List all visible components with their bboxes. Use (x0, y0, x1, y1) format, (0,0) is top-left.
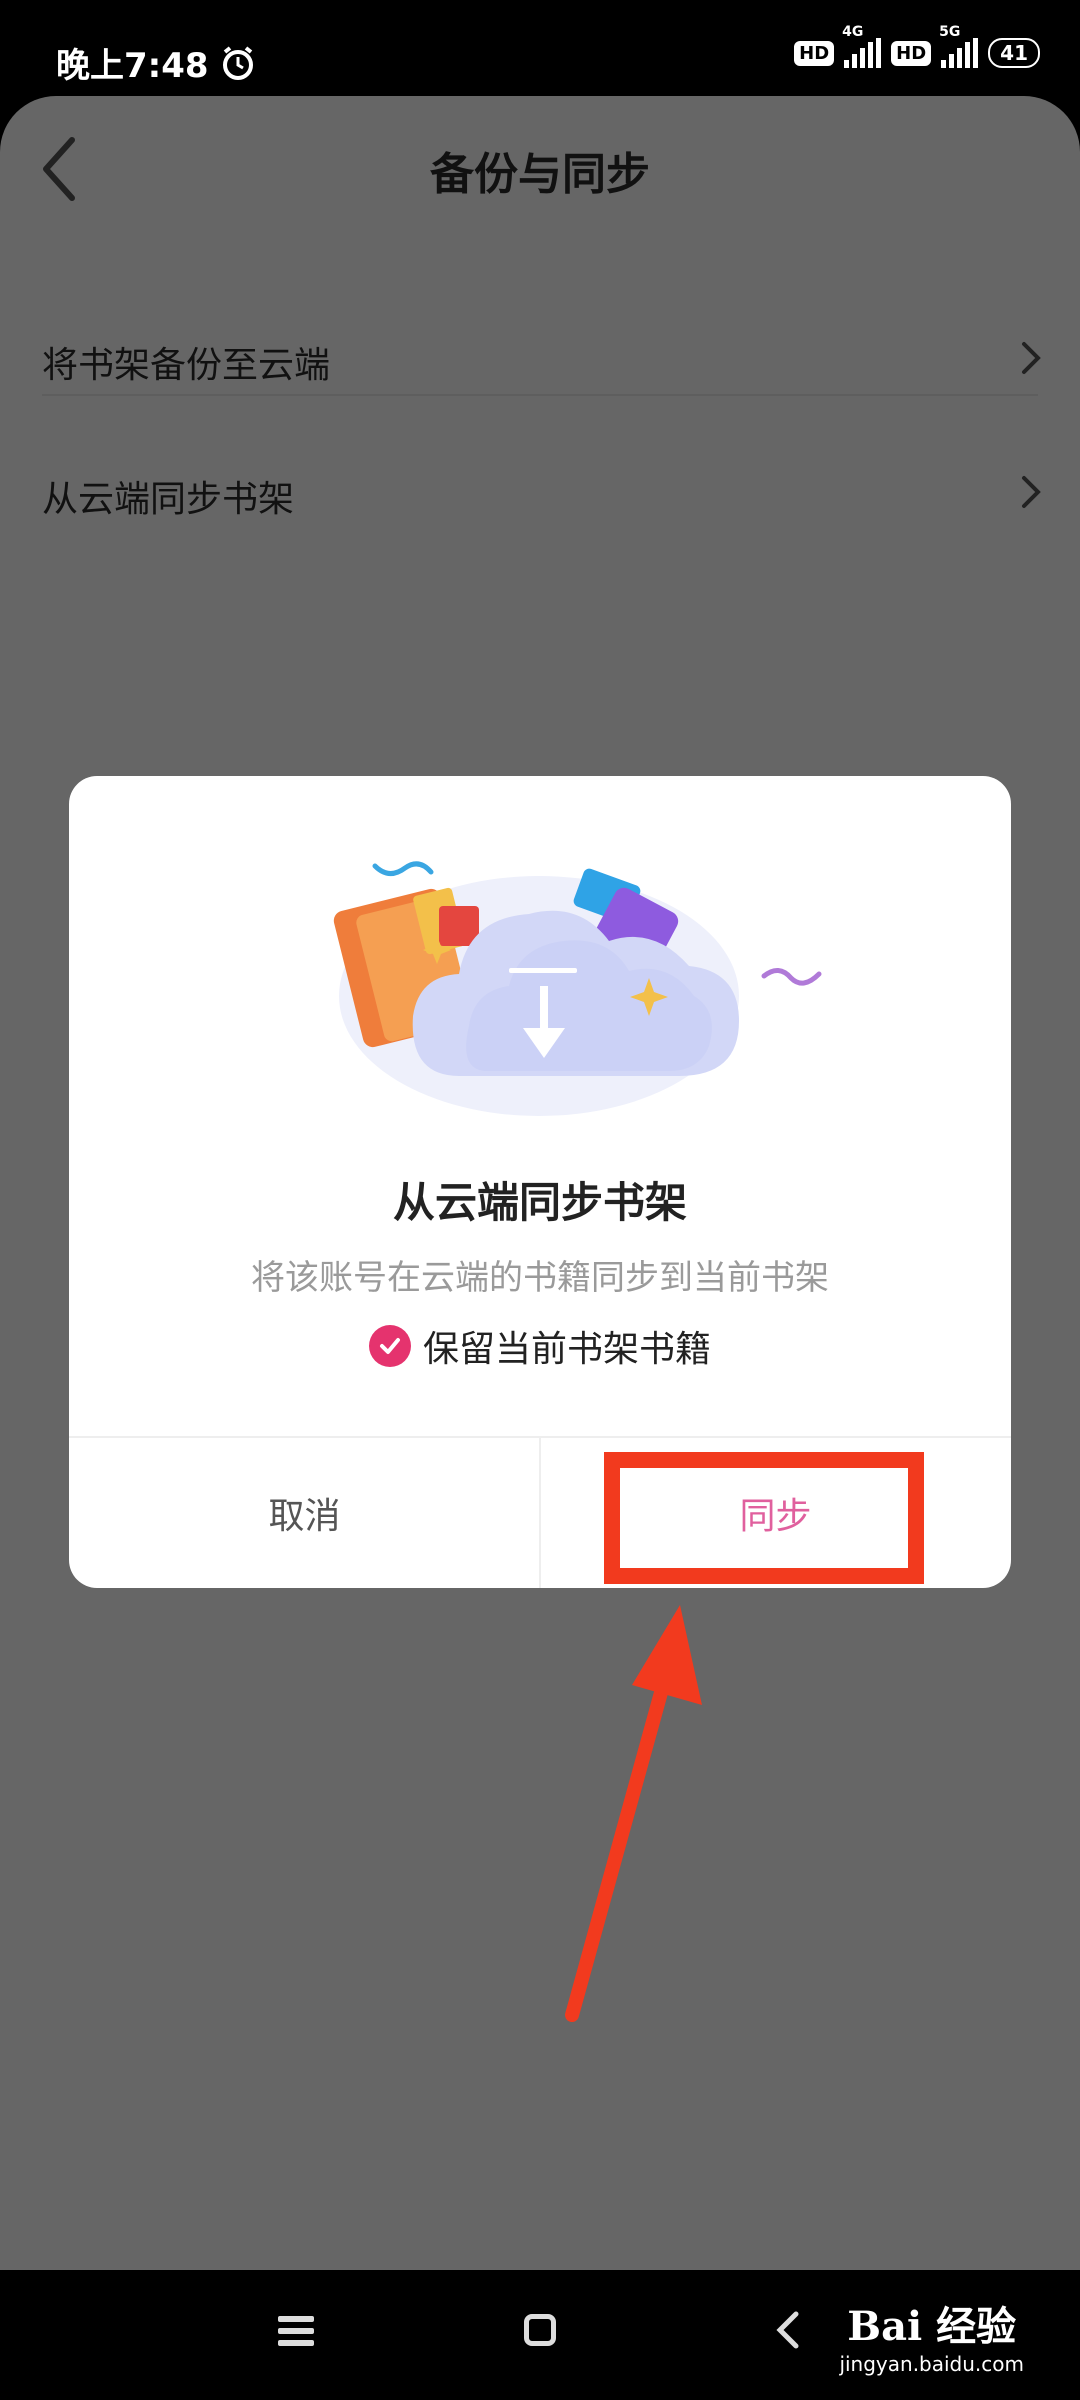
dialog-description: 将该账号在云端的书籍同步到当前书架 (251, 1258, 829, 1298)
signal-4g-icon: 4G (842, 24, 882, 68)
keep-books-label: 保留当前书架书籍 (422, 1329, 711, 1370)
recent-apps-icon[interactable] (278, 2316, 314, 2346)
dialog-title: 从云端同步书架 (392, 1178, 687, 1227)
divider (42, 394, 1038, 396)
menu-item-label: 将书架备份至云端 (42, 345, 331, 386)
home-icon[interactable] (524, 2314, 556, 2346)
menu-item-label: 从云端同步书架 (42, 479, 295, 520)
navigation-bar: Bai 经验 jingyan.baidu.com (0, 2270, 1080, 2400)
nav-back-icon[interactable] (776, 2310, 800, 2350)
watermark-logo: Bai 经验 (847, 2303, 1017, 2350)
alarm-icon (222, 45, 253, 80)
status-time-group: 晚上7:48 (56, 38, 257, 87)
cloud-books-illustration (333, 861, 822, 1116)
keep-books-option[interactable]: 保留当前书架书籍 (69, 1320, 1011, 1372)
hd-badge: HD (794, 40, 835, 66)
menu-item-backup[interactable]: 将书架备份至云端 (0, 292, 1080, 426)
signal-5g-icon: 5G (939, 24, 979, 68)
highlight-box (604, 1452, 924, 1584)
baidu-jingyan-watermark: Bai 经验 jingyan.baidu.com (839, 2294, 1024, 2376)
status-bar: 晚上7:48 HD 4G HD 5G 41 (0, 0, 1080, 96)
status-time: 晚上7:48 (56, 46, 209, 86)
checkbox-checked-icon[interactable] (368, 1325, 411, 1367)
hd-badge-2: HD (891, 40, 932, 66)
cancel-button[interactable]: 取消 (69, 1438, 540, 1588)
status-icons: HD 4G HD 5G 41 (794, 24, 1040, 68)
chevron-right-icon (1022, 342, 1041, 374)
watermark-url: jingyan.baidu.com (839, 2352, 1024, 2376)
chevron-right-icon (1022, 476, 1041, 508)
header: 备份与同步 (0, 96, 1080, 236)
battery-icon: 41 (988, 38, 1040, 68)
menu-item-sync[interactable]: 从云端同步书架 (0, 426, 1080, 560)
page-title: 备份与同步 (430, 149, 650, 200)
